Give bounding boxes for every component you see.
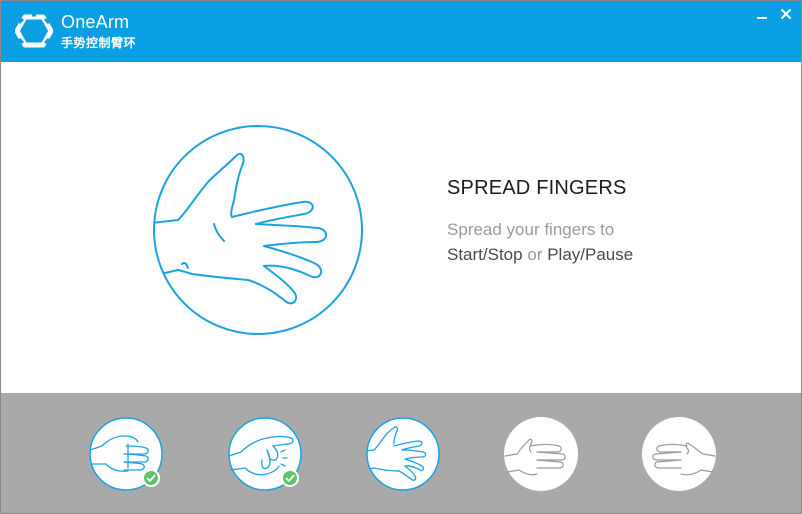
gesture-bar [1,393,801,513]
gesture-item-pinch[interactable] [227,416,303,492]
completed-check-icon [281,469,299,487]
gesture-description-line1: Spread your fingers to [447,220,615,239]
spread-fingers-icon [366,417,440,491]
gesture-description-line2: Start/Stop or Play/Pause [447,242,633,267]
gesture-connector: or [527,245,543,264]
onearm-logo-icon [15,13,53,48]
close-icon [780,8,792,20]
title-bar[interactable]: OneArm 手势控制臂环 [1,1,801,62]
gesture-action-primary: Start/Stop [447,245,523,264]
spread-fingers-illustration [153,125,363,335]
gesture-item-wave-out[interactable] [641,416,717,492]
wave-out-icon [642,417,716,491]
completed-check-icon [142,469,160,487]
close-button[interactable] [777,5,795,23]
gesture-title: SPREAD FINGERS [447,177,627,199]
minimize-button[interactable] [753,5,771,23]
gesture-action-secondary: Play/Pause [547,245,634,264]
gesture-description: Spread your fingers to Start/Stop or Pla… [447,217,633,267]
app-window: OneArm 手势控制臂环 SPREAD FINGERS Spread your… [0,0,802,514]
app-subtitle: 手势控制臂环 [61,36,137,50]
app-name: OneArm [61,12,130,32]
gesture-item-wave-in[interactable] [503,416,579,492]
gesture-item-spread-fingers[interactable] [365,416,441,492]
wave-in-icon [504,417,578,491]
minimize-icon [757,17,767,19]
gesture-item-fist[interactable] [88,416,164,492]
